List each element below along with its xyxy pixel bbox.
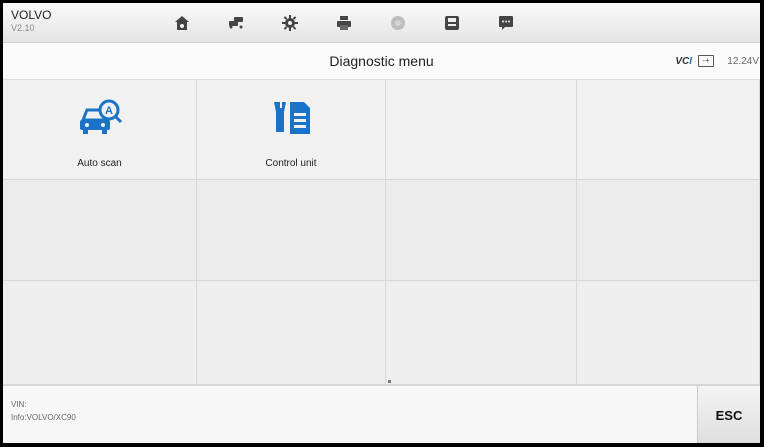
message-icon	[499, 15, 513, 30]
vehicle-swap-icon	[229, 16, 243, 28]
control-unit-label: Control unit	[265, 158, 317, 169]
empty-tile	[577, 281, 760, 385]
empty-tile	[386, 180, 577, 281]
help-icon	[391, 15, 405, 30]
settings-button[interactable]	[260, 7, 320, 38]
svg-text:A: A	[105, 105, 113, 117]
battery-icon: -+	[698, 55, 714, 67]
vehicle-info: VIN: Info:VOLVO/XC90	[11, 398, 76, 424]
auto-scan-icon: A	[79, 99, 122, 134]
empty-tile	[197, 281, 386, 385]
app-window: VOLVO V2.10 Diagnostic menu VCI -+ 12.24…	[3, 3, 760, 443]
esc-button[interactable]: ESC	[697, 386, 760, 443]
bottom-bar: VIN: Info:VOLVO/XC90 ESC	[3, 385, 760, 443]
vci-status: VCI	[675, 56, 692, 67]
page-indicator	[388, 380, 391, 383]
empty-tile	[197, 180, 386, 281]
vehicle-info-text: Info:VOLVO/XC90	[11, 413, 76, 422]
auto-scan-label: Auto scan	[77, 158, 122, 169]
print-icon	[337, 15, 351, 30]
title-bar: Diagnostic menu VCI -+ 12.24V	[3, 43, 760, 80]
save-button[interactable]	[422, 7, 482, 38]
empty-tile	[577, 180, 760, 281]
control-unit-icon	[274, 102, 310, 134]
page-title: Diagnostic menu	[329, 53, 434, 69]
message-button[interactable]	[476, 7, 536, 38]
vehicle-brand: VOLVO V2.10	[11, 8, 51, 35]
empty-tile	[386, 80, 577, 180]
software-version: V2.10	[11, 23, 35, 33]
empty-tile	[3, 180, 197, 281]
help-button[interactable]	[368, 7, 428, 38]
auto-scan-tile[interactable]: A Auto scan	[3, 80, 197, 180]
home-icon	[175, 15, 189, 30]
top-toolbar: VOLVO V2.10	[3, 3, 760, 43]
settings-icon	[282, 14, 298, 31]
home-button[interactable]	[152, 7, 212, 38]
empty-tile	[386, 281, 577, 385]
empty-tile	[577, 80, 760, 180]
control-unit-tile[interactable]: Control unit	[197, 80, 386, 180]
vehicle-swap-button[interactable]	[206, 7, 266, 38]
vehicle-make: VOLVO	[11, 8, 52, 22]
save-icon	[445, 15, 459, 30]
print-button[interactable]	[314, 7, 374, 38]
empty-tile	[3, 281, 197, 385]
diagnostic-menu-grid: A Auto scan Control unit	[3, 80, 760, 385]
vin-label: VIN:	[11, 400, 27, 409]
battery-voltage: 12.24V	[727, 56, 759, 67]
